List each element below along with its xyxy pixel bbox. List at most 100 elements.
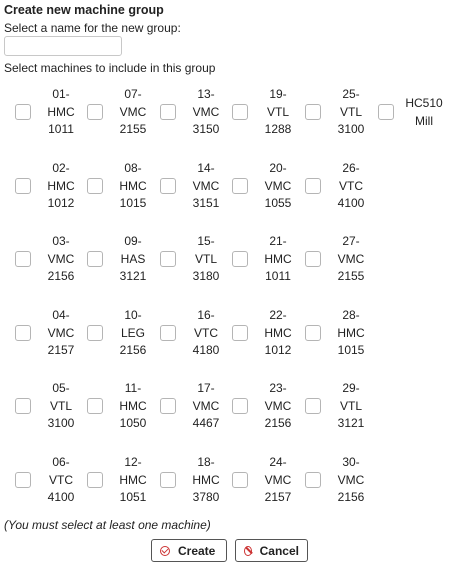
machine-option[interactable]: 09- HAS 3121 xyxy=(87,233,159,289)
machine-option[interactable]: 05- VTL 3100 xyxy=(15,380,87,436)
machine-label-line2: VTC xyxy=(49,472,73,487)
machine-option[interactable]: 18- HMC 3780 xyxy=(160,454,232,510)
machine-option[interactable]: 19- VTL 1288 xyxy=(232,86,304,142)
machine-option[interactable]: 30- VMC 2156 xyxy=(305,454,377,510)
machine-option[interactable]: 13- VMC 3150 xyxy=(160,86,232,142)
machine-option[interactable]: 29- VTL 3121 xyxy=(305,380,377,436)
machine-option[interactable]: 08- HMC 1015 xyxy=(87,160,159,216)
create-button[interactable]: Create xyxy=(151,539,227,562)
machine-label-line3: 1012 xyxy=(47,196,75,210)
machine-option[interactable]: 22- HMC 1012 xyxy=(232,307,304,363)
machine-label-line1: 12- xyxy=(124,455,142,469)
machine-label: 28- HMC 1015 xyxy=(327,307,375,360)
machine-checkbox[interactable] xyxy=(15,104,31,120)
machine-label-line2: VMC xyxy=(337,472,365,487)
machine-option[interactable]: 17- VMC 4467 xyxy=(160,380,232,436)
machine-option[interactable]: 24- VMC 2157 xyxy=(232,454,304,510)
machine-checkbox[interactable] xyxy=(160,472,176,488)
machine-checkbox[interactable] xyxy=(305,398,321,414)
machine-label-line2: HMC xyxy=(119,472,147,487)
machine-checkbox[interactable] xyxy=(160,178,176,194)
machine-option[interactable]: 03- VMC 2156 xyxy=(15,233,87,289)
machine-label: 02- HMC 1012 xyxy=(37,160,85,213)
machine-checkbox[interactable] xyxy=(232,398,248,414)
machine-label-line3: 4100 xyxy=(337,196,365,210)
machine-checkbox[interactable] xyxy=(15,472,31,488)
machine-checkbox[interactable] xyxy=(160,398,176,414)
machine-checkbox[interactable] xyxy=(378,104,394,120)
machine-option[interactable]: 02- HMC 1012 xyxy=(15,160,87,216)
machine-option[interactable]: 20- VMC 1055 xyxy=(232,160,304,216)
machine-checkbox[interactable] xyxy=(15,251,31,267)
machine-checkbox[interactable] xyxy=(15,178,31,194)
machine-checkbox[interactable] xyxy=(15,325,31,341)
machine-label-line3: 4180 xyxy=(192,343,220,357)
machine-checkbox[interactable] xyxy=(232,472,248,488)
machine-label-line2: HMC xyxy=(47,104,75,119)
machine-label: 12- HMC 1051 xyxy=(109,454,157,507)
machine-label: 17- VMC 4467 xyxy=(182,380,230,433)
machine-checkbox[interactable] xyxy=(160,325,176,341)
machine-checkbox[interactable] xyxy=(87,104,103,120)
machine-option[interactable]: 01- HMC 1011 xyxy=(15,86,87,142)
machine-checkbox[interactable] xyxy=(87,251,103,267)
machine-option[interactable]: 07- VMC 2155 xyxy=(87,86,159,142)
machine-checkbox[interactable] xyxy=(87,325,103,341)
machine-option[interactable]: 26- VTC 4100 xyxy=(305,160,377,216)
machine-checkbox[interactable] xyxy=(87,472,103,488)
machine-label-line3: 2156 xyxy=(119,343,147,357)
machine-label-line2: VMC xyxy=(192,178,220,193)
machine-checkbox[interactable] xyxy=(160,251,176,267)
machine-label-line1: 07- xyxy=(124,87,142,101)
machine-label-line1: 26- xyxy=(342,161,360,175)
machine-label-line3: 3180 xyxy=(192,269,220,283)
machine-option[interactable]: 16- VTC 4180 xyxy=(160,307,232,363)
machine-checkbox[interactable] xyxy=(232,325,248,341)
machine-option[interactable]: 27- VMC 2155 xyxy=(305,233,377,289)
machine-checkbox[interactable] xyxy=(305,104,321,120)
machine-grid: 01- HMC 1011 07- VMC 2155 13- VMC 3150 19- VTL 1288… xyxy=(0,0,459,520)
machine-label: 15- VTL 3180 xyxy=(182,233,230,286)
machine-option[interactable]: 12- HMC 1051 xyxy=(87,454,159,510)
cancel-button[interactable]: Cancel xyxy=(235,539,308,562)
machine-label: 14- VMC 3151 xyxy=(182,160,230,213)
machine-option[interactable]: 04- VMC 2157 xyxy=(15,307,87,363)
machine-label-line3: 4100 xyxy=(47,490,75,504)
machine-label-line1: 05- xyxy=(52,381,70,395)
machine-label-line3: 3151 xyxy=(192,196,220,210)
machine-label: 05- VTL 3100 xyxy=(37,380,85,433)
machine-label-line1: 10- xyxy=(124,308,142,322)
machine-checkbox[interactable] xyxy=(305,472,321,488)
machine-label-line3: 1011 xyxy=(265,269,291,283)
machine-option[interactable]: 10- LEG 2156 xyxy=(87,307,159,363)
machine-checkbox[interactable] xyxy=(305,325,321,341)
machine-checkbox[interactable] xyxy=(160,104,176,120)
machine-checkbox[interactable] xyxy=(87,398,103,414)
machine-checkbox[interactable] xyxy=(87,178,103,194)
machine-checkbox[interactable] xyxy=(232,104,248,120)
machine-option[interactable]: 15- VTL 3180 xyxy=(160,233,232,289)
machine-checkbox[interactable] xyxy=(305,251,321,267)
machine-label-line1: 25- xyxy=(342,87,360,101)
machine-label: 03- VMC 2156 xyxy=(37,233,85,286)
machine-option[interactable]: 06- VTC 4100 xyxy=(15,454,87,510)
machine-option[interactable]: 14- VMC 3151 xyxy=(160,160,232,216)
machine-label: 21- HMC 1011 xyxy=(254,233,302,286)
machine-checkbox[interactable] xyxy=(15,398,31,414)
machine-option[interactable]: 25- VTL 3100 xyxy=(305,86,377,142)
machine-label-line3: 3121 xyxy=(119,269,147,283)
machine-option[interactable]: 23- VMC 2156 xyxy=(232,380,304,436)
ban-icon xyxy=(244,545,252,556)
machine-label: 09- HAS 3121 xyxy=(109,233,157,286)
machine-label: 08- HMC 1015 xyxy=(109,160,157,213)
machine-option[interactable]: HC510 Mill xyxy=(378,86,450,142)
machine-label: 27- VMC 2155 xyxy=(327,233,375,286)
machine-checkbox[interactable] xyxy=(232,251,248,267)
machine-label-line3: 3121 xyxy=(337,416,365,430)
machine-checkbox[interactable] xyxy=(232,178,248,194)
machine-option[interactable]: 28- HMC 1015 xyxy=(305,307,377,363)
machine-option[interactable]: 11- HMC 1050 xyxy=(87,380,159,436)
machine-checkbox[interactable] xyxy=(305,178,321,194)
machine-option[interactable]: 21- HMC 1011 xyxy=(232,233,304,289)
machine-label-line2: HAS xyxy=(120,251,146,266)
